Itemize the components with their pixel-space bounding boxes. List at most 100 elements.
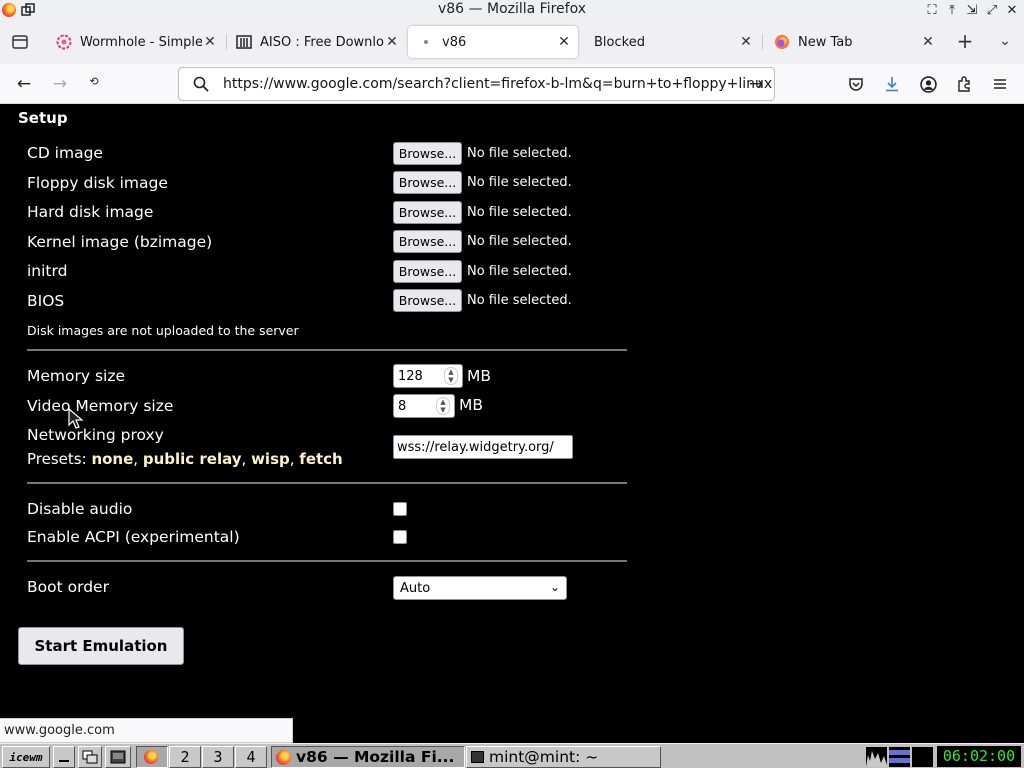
enable-acpi-checkbox[interactable]	[393, 530, 407, 544]
enable-acpi-label: Enable ACPI (experimental)	[27, 528, 240, 546]
memory-size-value: 128	[398, 369, 423, 384]
workspace-2-button[interactable]: 2	[169, 746, 201, 768]
close-tab-icon[interactable]: ✕	[920, 34, 936, 50]
tab-label: AISO : Free Downlo	[260, 34, 384, 50]
floppy-image-status: No file selected.	[467, 175, 572, 190]
cd-image-label: CD image	[27, 144, 103, 162]
taskbar-firefox-window[interactable]: v86 — Mozilla Fi...	[271, 746, 465, 768]
show-desktop-icon[interactable]	[53, 746, 75, 768]
tab-label: Blocked	[594, 34, 645, 50]
initrd-browse-button[interactable]: Browse...	[393, 260, 462, 283]
kernel-image-status: No file selected.	[467, 234, 572, 249]
presets-label: Presets:	[27, 450, 87, 468]
task-label: v86 — Mozilla Fi...	[296, 748, 455, 766]
window-title: v86 — Mozilla Firefox	[437, 1, 587, 17]
extensions-icon[interactable]	[952, 72, 976, 96]
minimize-icon[interactable]: ⇲	[964, 2, 980, 18]
hard-disk-image-label: Hard disk image	[27, 203, 154, 221]
cd-image-browse-button[interactable]: Browse...	[393, 142, 462, 165]
boot-order-select[interactable]: Auto ⌄	[393, 576, 567, 600]
url-text[interactable]: https://www.google.com/search?client=fir…	[223, 76, 772, 92]
setup-heading: Setup	[18, 109, 68, 127]
preset-none-link[interactable]: none	[91, 450, 133, 468]
video-memory-input[interactable]: 8 ▲ ▼	[393, 394, 455, 418]
close-tab-icon[interactable]: ✕	[384, 34, 400, 50]
memory-size-label: Memory size	[27, 367, 126, 385]
disable-audio-label: Disable audio	[27, 500, 133, 518]
back-arrow-icon[interactable]: ←	[12, 72, 36, 96]
link-status-tooltip: www.google.com	[0, 718, 293, 743]
bios-browse-button[interactable]: Browse...	[393, 289, 462, 312]
close-window-icon[interactable]: ✕	[1004, 2, 1020, 18]
spinner-icon[interactable]: ▲ ▼	[444, 367, 458, 385]
pocket-icon[interactable]	[844, 72, 868, 96]
start-emulation-button[interactable]: Start Emulation	[18, 627, 184, 665]
navigation-toolbar: ← → ⟲ https://www.google.com/search?clie…	[0, 64, 1024, 104]
menu-icon[interactable]	[988, 72, 1012, 96]
initrd-label: initrd	[27, 262, 68, 280]
network-monitor-icon	[889, 747, 910, 767]
account-icon[interactable]	[916, 72, 940, 96]
bios-status: No file selected.	[467, 293, 572, 308]
networking-proxy-input[interactable]: wss://relay.widgetry.org/	[393, 435, 573, 459]
tab-blocked[interactable]: Blocked ✕	[584, 26, 760, 58]
divider	[27, 560, 627, 562]
preset-public-relay-link[interactable]: public relay	[143, 450, 242, 468]
downloads-icon[interactable]	[880, 72, 904, 96]
window-list-icon[interactable]	[78, 746, 102, 768]
workspace-4-button[interactable]: 4	[235, 746, 267, 768]
tab-label: v86	[442, 34, 467, 50]
tab-aiso[interactable]: AISO : Free Downlo ✕	[226, 26, 406, 58]
close-tab-icon[interactable]: ✕	[556, 34, 572, 50]
tab-wormhole[interactable]: Wormhole - Simple ✕	[46, 26, 224, 58]
workspace-3-button[interactable]: 3	[202, 746, 234, 768]
kernel-image-browse-button[interactable]: Browse...	[393, 230, 462, 253]
divider	[27, 482, 627, 484]
list-all-tabs-icon[interactable]: ⌄	[994, 30, 1016, 52]
close-tab-icon[interactable]: ✕	[202, 34, 218, 50]
forward-arrow-icon[interactable]: →	[48, 72, 72, 96]
window-titlebar: v86 — Mozilla Firefox ⛶ ⤒ ⇲ ⤢ ✕	[0, 0, 1024, 20]
firefox-icon	[144, 750, 158, 764]
firefox-view-icon[interactable]	[10, 32, 30, 52]
start-menu-button[interactable]: icewm	[2, 746, 50, 768]
workspace-1-button[interactable]	[136, 746, 168, 768]
video-memory-label: Video Memory size	[27, 397, 174, 415]
mouse-cursor-icon	[68, 408, 84, 429]
archive-icon	[236, 34, 252, 50]
terminal-icon	[471, 751, 484, 763]
taskbar-terminal-window[interactable]: mint@mint: ~	[466, 746, 661, 768]
divider	[27, 349, 627, 351]
firefox-icon	[276, 749, 291, 765]
raise-window-icon[interactable]: ⤒	[944, 2, 960, 18]
proxy-presets: Presets: none, public relay, wisp, fetch	[27, 450, 343, 468]
preset-fetch-link[interactable]: fetch	[299, 450, 342, 468]
tab-v86[interactable]: v86 ✕	[408, 26, 578, 58]
address-bar[interactable]: https://www.google.com/search?client=fir…	[178, 67, 775, 101]
search-icon	[193, 76, 209, 92]
preset-wisp-link[interactable]: wisp	[251, 450, 290, 468]
firefox-icon	[774, 34, 790, 50]
memory-size-input[interactable]: 128 ▲ ▼	[393, 364, 463, 388]
floppy-image-browse-button[interactable]: Browse...	[393, 171, 462, 194]
chevron-down-icon: ⌄	[549, 580, 560, 594]
floppy-image-label: Floppy disk image	[27, 174, 168, 192]
cd-image-status: No file selected.	[467, 146, 572, 161]
reload-icon[interactable]: ⟲	[82, 69, 106, 93]
close-tab-icon[interactable]: ✕	[738, 34, 754, 50]
mail-status-icon	[912, 747, 933, 767]
disable-audio-checkbox[interactable]	[393, 502, 407, 516]
hard-disk-image-browse-button[interactable]: Browse...	[393, 201, 462, 224]
upload-note: Disk images are not uploaded to the serv…	[27, 323, 299, 338]
terminal-launcher-icon[interactable]	[105, 746, 131, 768]
fullscreen-icon[interactable]: ⛶	[924, 2, 940, 18]
tab-new-tab[interactable]: New Tab ✕	[764, 26, 942, 58]
spinner-icon[interactable]: ▲ ▼	[436, 397, 450, 415]
maximize-icon[interactable]: ⤢	[984, 2, 1000, 18]
tab-label: Wormhole - Simple	[80, 34, 202, 50]
boot-order-value: Auto	[400, 581, 431, 596]
new-tab-button[interactable]: +	[954, 30, 976, 52]
bios-label: BIOS	[27, 292, 65, 310]
cpu-monitor-icon	[866, 747, 887, 767]
go-arrow-icon[interactable]: →	[749, 74, 763, 94]
